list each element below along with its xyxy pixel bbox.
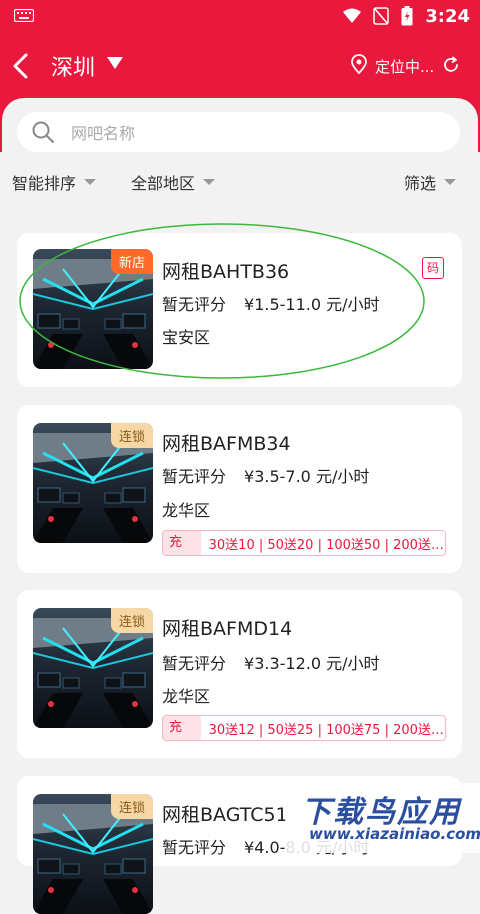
region-filter[interactable]: 全部地区 (131, 170, 216, 194)
new-store-badge: 新店 (110, 249, 153, 274)
cafe-rating: 暂无评分 (162, 467, 227, 486)
chain-badge: 连锁 (110, 423, 153, 448)
cafe-thumbnail: 新店 (33, 249, 153, 369)
cafe-thumbnail: 连锁 (33, 608, 153, 728)
cafe-district: 宝安区 (162, 328, 211, 347)
cafe-card[interactable]: 连锁 网租BAFMD14 暂无评分 ¥3.3-12.0 元/小时 龙华区 充返 3… (17, 590, 462, 758)
cafe-price: ¥3.3-12.0 元/小时 (244, 654, 380, 673)
triangle-down-icon (203, 179, 216, 185)
watermark-en: www.xiazainiao.com (309, 825, 480, 843)
cafe-thumbnail: 连锁 (33, 794, 153, 914)
promo-tag: 充返 (163, 716, 201, 740)
cafe-card[interactable]: 连锁 网租BAFMB34 暂无评分 ¥3.5-7.0 元/小时 龙华区 充返 30… (17, 405, 462, 573)
code-badge: 码 (422, 257, 444, 279)
back-arrow-icon[interactable] (10, 52, 32, 80)
cafe-rating-price: 暂无评分 ¥3.5-7.0 元/小时 (162, 463, 369, 487)
cafe-card[interactable]: 新店 网租BAHTB36 暂无评分 ¥1.5-11.0 元/小时 宝安区 码 (17, 233, 462, 387)
wifi-icon (343, 8, 362, 23)
cafe-price: ¥1.5-11.0 元/小时 (244, 295, 380, 314)
refresh-icon[interactable] (442, 56, 460, 74)
screen-filter-label: 筛选 (404, 174, 437, 193)
promo-tag: 充返 (163, 531, 201, 555)
cafe-price: ¥3.5-7.0 元/小时 (244, 467, 370, 486)
clock-time: 3:24 (425, 5, 470, 27)
location-pin-icon (351, 54, 367, 74)
chain-badge: 连锁 (110, 794, 153, 819)
cafe-rating: 暂无评分 (162, 654, 227, 673)
promo-text: 30送10 | 50送20 | 100送50 | 200送1... (208, 537, 445, 553)
cafe-name: 网租BAGTC51 (162, 804, 288, 826)
promo-text: 30送12 | 50送25 | 100送75 | 200送2... (208, 722, 445, 738)
cafe-name: 网租BAFMD14 (162, 618, 293, 640)
cafe-thumbnail: 连锁 (33, 423, 153, 543)
location-status[interactable]: 定位中... (375, 56, 434, 77)
chain-badge: 连锁 (110, 608, 153, 633)
no-signal-icon (373, 7, 389, 25)
battery-icon (401, 6, 413, 26)
caret-down-icon[interactable] (107, 57, 123, 69)
keyboard-icon (14, 9, 34, 22)
cafe-district: 龙华区 (162, 687, 211, 706)
city-selector[interactable]: 深圳 (51, 50, 95, 82)
cafe-district: 龙华区 (162, 501, 211, 520)
triangle-down-icon (444, 179, 457, 185)
status-bar: 3:24 (0, 0, 480, 32)
triangle-down-icon (84, 179, 97, 185)
sort-filter-label: 智能排序 (12, 174, 77, 193)
cafe-rating-price: 暂无评分 ¥1.5-11.0 元/小时 (162, 291, 380, 315)
watermark: 下载鸟应用 www.xiazainiao.com (285, 783, 480, 853)
search-icon (32, 121, 54, 143)
cafe-name: 网租BAFMB34 (162, 433, 291, 455)
recharge-promo: 充返 30送12 | 50送25 | 100送75 | 200送2... (162, 715, 446, 741)
cafe-rating: 暂无评分 (162, 838, 227, 857)
search-bar[interactable] (17, 112, 460, 154)
screen-filter[interactable]: 筛选 (404, 170, 457, 194)
cafe-rating: 暂无评分 (162, 295, 227, 314)
recharge-promo: 充返 30送10 | 50送20 | 100送50 | 200送1... (162, 530, 446, 556)
cafe-name: 网租BAHTB36 (162, 261, 290, 283)
cafe-rating-price: 暂无评分 ¥3.3-12.0 元/小时 (162, 650, 380, 674)
search-input[interactable] (69, 112, 443, 154)
region-filter-label: 全部地区 (131, 174, 196, 193)
sort-filter[interactable]: 智能排序 (12, 170, 97, 194)
